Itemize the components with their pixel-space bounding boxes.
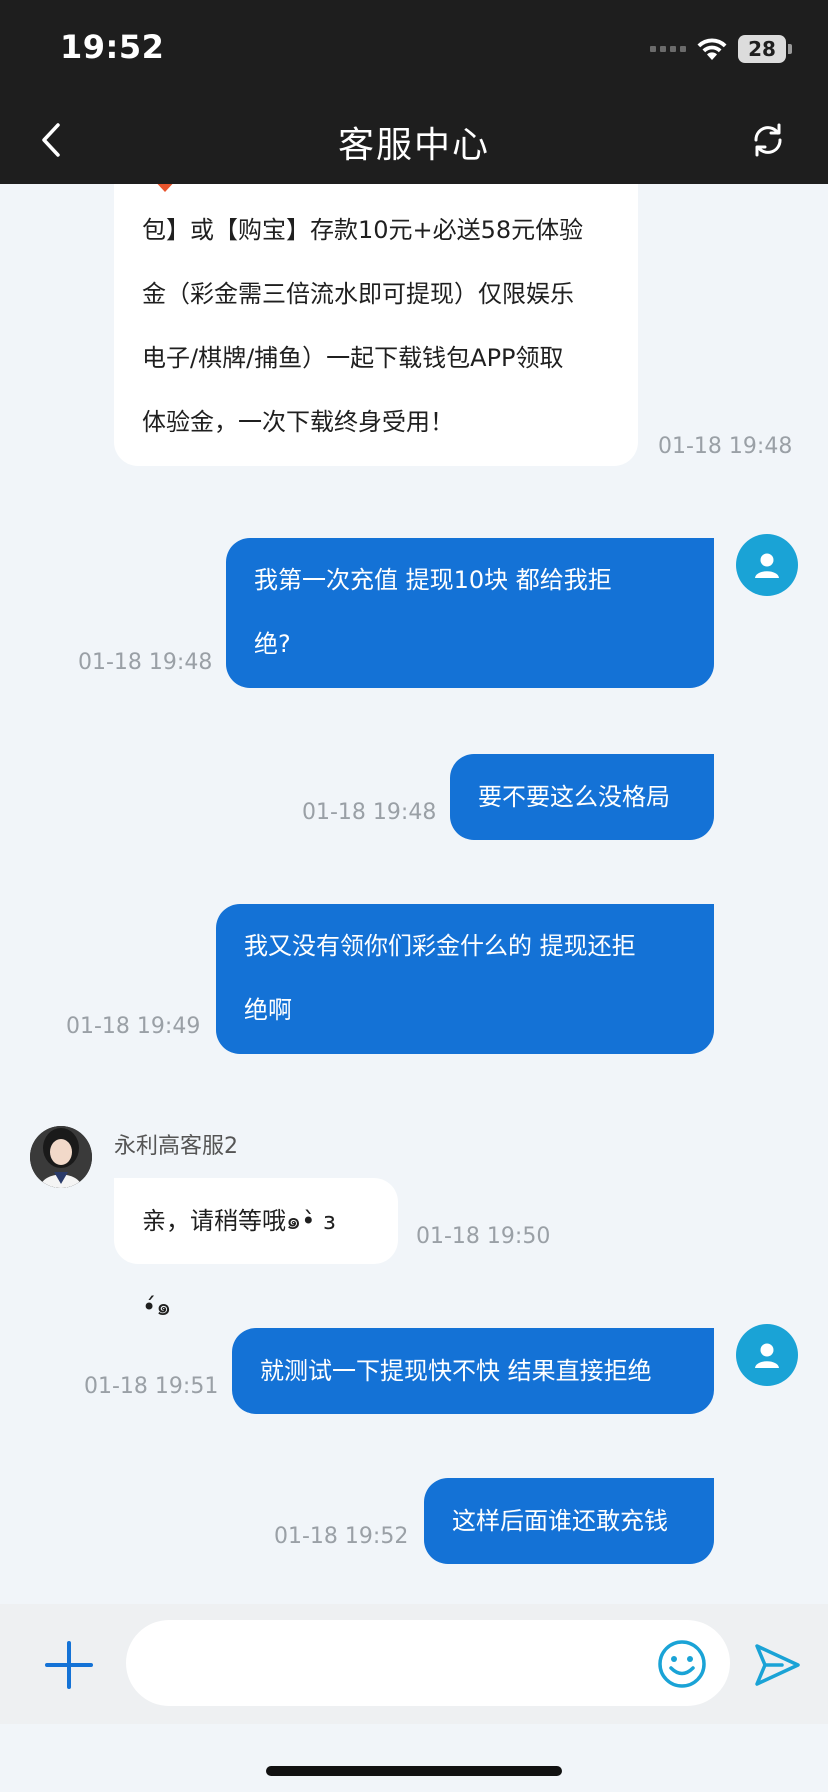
message-bubble-outgoing[interactable]: 要不要这么没格局 bbox=[450, 754, 714, 840]
agent-avatar bbox=[30, 1126, 92, 1188]
message-line: 金（彩金需三倍流水即可提现）仅限娱乐 bbox=[142, 280, 574, 308]
wifi-icon bbox=[696, 36, 728, 62]
home-indicator[interactable] bbox=[266, 1766, 562, 1776]
message-bubble-incoming[interactable]: 亲，请稍等哦๑•̀ з •́๑ bbox=[114, 1178, 398, 1321]
status-icons: 28 bbox=[650, 32, 792, 66]
message-line: 我第一次充值 提现10块 都给我拒 bbox=[254, 566, 612, 594]
status-time: 19:52 bbox=[60, 28, 165, 66]
signal-icon bbox=[650, 46, 686, 52]
message-timestamp: 01-18 19:48 bbox=[658, 434, 793, 459]
message-timestamp: 01-18 19:48 bbox=[302, 800, 437, 825]
bottom-safe-area bbox=[0, 1724, 828, 1792]
user-avatar bbox=[736, 1324, 798, 1386]
agent-name: 永利高客服2 bbox=[114, 1134, 238, 1159]
app-header: 客服中心 bbox=[0, 96, 828, 184]
message-line: 这样后面谁还敢充钱 bbox=[452, 1507, 668, 1535]
message-bubble-outgoing[interactable]: 就测试一下提现快不快 结果直接拒绝 bbox=[232, 1328, 714, 1414]
status-bar: 19:52 28 bbox=[0, 0, 828, 96]
battery-icon: 28 bbox=[738, 35, 792, 63]
message-timestamp: 01-18 19:50 bbox=[416, 1224, 551, 1249]
page-title: 客服中心 bbox=[337, 125, 490, 166]
emoji-icon[interactable] bbox=[656, 1638, 708, 1690]
plus-icon[interactable] bbox=[44, 1640, 94, 1690]
message-bubble-outgoing[interactable]: 这样后面谁还敢充钱 bbox=[424, 1478, 714, 1564]
battery-level: 28 bbox=[738, 35, 786, 63]
message-timestamp: 01-18 19:51 bbox=[84, 1374, 219, 1399]
message-bubble-incoming[interactable]: 包】或【购宝】存款10元+必送58元体验 金（彩金需三倍流水即可提现）仅限娱乐 … bbox=[114, 184, 638, 466]
send-icon[interactable] bbox=[752, 1640, 802, 1690]
message-line: 就测试一下提现快不快 结果直接拒绝 bbox=[260, 1357, 652, 1385]
message-line: 电子/棋牌/捕鱼）一起下载钱包APP领取 bbox=[142, 344, 564, 372]
message-line: 体验金，一次下载终身受用！ bbox=[142, 408, 454, 436]
user-avatar bbox=[736, 534, 798, 596]
message-bubble-outgoing[interactable]: 我第一次充值 提现10块 都给我拒 绝? bbox=[226, 538, 714, 688]
message-input[interactable] bbox=[126, 1620, 730, 1706]
gift-icon bbox=[148, 184, 182, 200]
message-line: 要不要这么没格局 bbox=[478, 783, 670, 811]
refresh-icon[interactable] bbox=[744, 116, 792, 164]
chat-screen: 19:52 28 客服中心 包】或【购宝】存款10元+必送58元体验 金（彩金需… bbox=[0, 0, 828, 1792]
message-line: 绝啊 bbox=[244, 996, 292, 1024]
message-input-bar bbox=[0, 1604, 828, 1724]
message-bubble-outgoing[interactable]: 我又没有领你们彩金什么的 提现还拒 绝啊 bbox=[216, 904, 714, 1054]
message-timestamp: 01-18 19:48 bbox=[78, 650, 213, 675]
message-timestamp: 01-18 19:49 bbox=[66, 1014, 201, 1039]
chat-message-list[interactable]: 包】或【购宝】存款10元+必送58元体验 金（彩金需三倍流水即可提现）仅限娱乐 … bbox=[0, 184, 828, 1604]
message-line: 亲，请稍等哦๑•̀ з •́๑ bbox=[142, 1207, 336, 1321]
message-line: 绝? bbox=[254, 630, 291, 658]
message-line: 包】或【购宝】存款10元+必送58元体验 bbox=[142, 216, 584, 244]
message-line: 我又没有领你们彩金什么的 提现还拒 bbox=[244, 932, 636, 960]
message-timestamp: 01-18 19:52 bbox=[274, 1524, 409, 1549]
